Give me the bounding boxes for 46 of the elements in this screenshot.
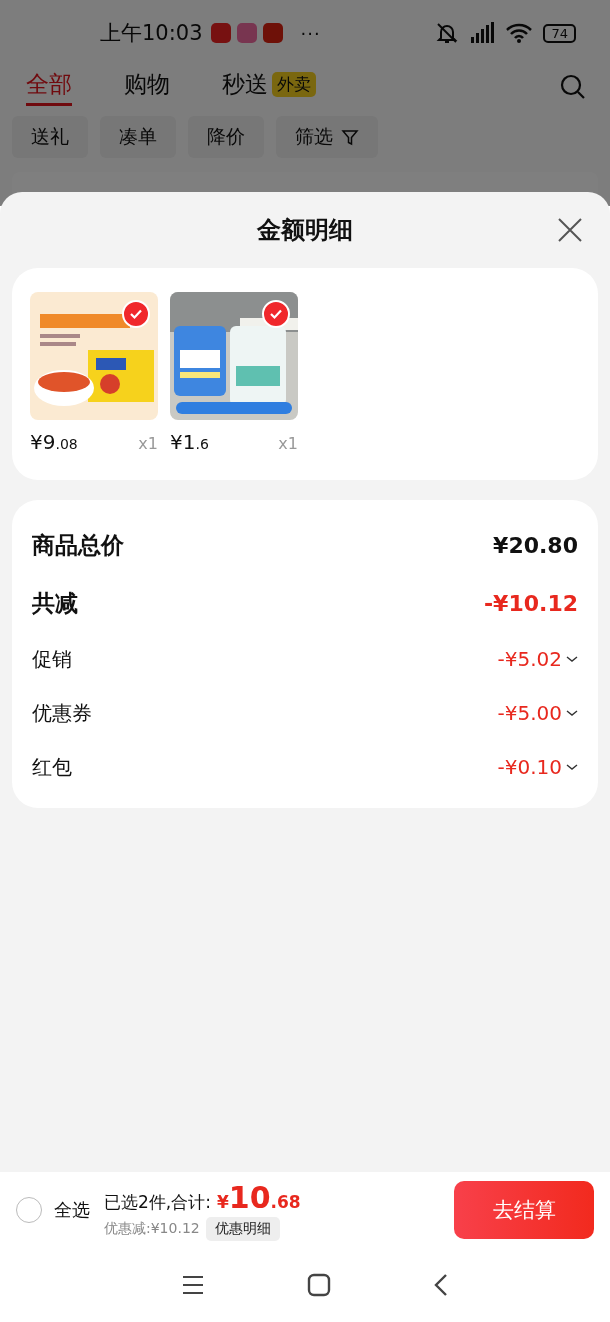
amount-label: 商品总价 bbox=[32, 530, 125, 560]
category-tab[interactable]: 购物 bbox=[124, 68, 170, 106]
product-quantity: x1 bbox=[138, 434, 158, 453]
amount-value: -¥10.12 bbox=[483, 590, 578, 616]
amount-value: -¥5.00 bbox=[497, 701, 562, 725]
amount-label: 促销 bbox=[32, 645, 73, 673]
signal-icon bbox=[469, 22, 496, 44]
filter-chip[interactable]: 筛选 bbox=[276, 116, 378, 158]
amount-value: -¥5.02 bbox=[497, 647, 562, 671]
category-tab[interactable]: 全部 bbox=[26, 68, 72, 106]
product-price: ¥1.6 bbox=[170, 430, 209, 454]
amount-value: -¥0.10 bbox=[497, 755, 562, 779]
product-quantity: x1 bbox=[278, 434, 298, 453]
app-notification-icon bbox=[236, 23, 257, 43]
app-notification-icon bbox=[262, 23, 283, 43]
select-all-label: 全选 bbox=[54, 1198, 90, 1222]
sheet-title: 金额明细 bbox=[257, 215, 353, 246]
discount-detail-button[interactable]: 优惠明细 bbox=[205, 1216, 280, 1241]
selected-summary: 已选2件,合计: bbox=[104, 1190, 211, 1214]
close-icon[interactable] bbox=[556, 216, 584, 244]
total-price: ¥10.68 bbox=[216, 1179, 301, 1215]
amount-value: ¥20.80 bbox=[493, 532, 578, 558]
amount-label: 红包 bbox=[32, 753, 73, 781]
home-icon[interactable] bbox=[307, 1273, 331, 1297]
mute-bell-icon bbox=[435, 21, 460, 45]
product-price: ¥9.08 bbox=[30, 430, 78, 454]
caret-icon[interactable] bbox=[566, 709, 578, 717]
back-icon[interactable] bbox=[433, 1273, 449, 1297]
amount-label: 优惠券 bbox=[32, 699, 93, 727]
filter-chip[interactable]: 降价 bbox=[188, 116, 264, 158]
caret-icon[interactable] bbox=[566, 655, 578, 663]
caret-icon[interactable] bbox=[566, 763, 578, 771]
search-icon[interactable] bbox=[560, 74, 586, 100]
filter-chip[interactable]: 凑单 bbox=[100, 116, 176, 158]
discount-text: 优惠减:¥10.12 bbox=[104, 1219, 200, 1238]
checkout-button[interactable]: 去结算 bbox=[454, 1181, 594, 1239]
category-tab[interactable]: 秒送 外卖 bbox=[222, 68, 316, 106]
wifi-icon bbox=[505, 22, 534, 44]
menu-icon[interactable] bbox=[181, 1274, 205, 1296]
filter-chip[interactable]: 送礼 bbox=[12, 116, 88, 158]
battery-indicator: 74 bbox=[543, 23, 576, 43]
funnel-icon bbox=[341, 128, 359, 146]
app-notification-icon bbox=[210, 23, 231, 43]
more-notifications: ··· bbox=[300, 22, 321, 44]
amount-label: 共减 bbox=[32, 588, 79, 618]
status-time: 上午10:03 bbox=[100, 20, 203, 47]
